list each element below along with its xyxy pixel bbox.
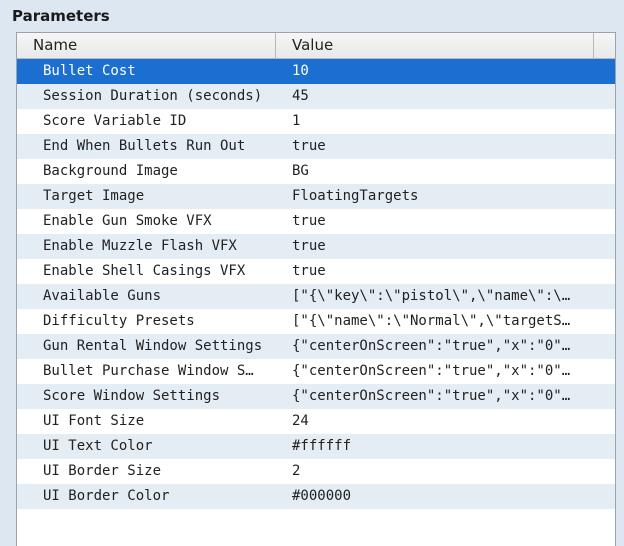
table-body: Bullet Cost 10 Session Duration (seconds)… (17, 59, 615, 509)
table-row[interactable]: Bullet Purchase Window S… {"centerOnScree… (17, 359, 615, 384)
panel-title: Parameters (12, 7, 110, 25)
row-name: Bullet Purchase Window S… (43, 363, 254, 379)
table-row[interactable]: UI Font Size 24 (17, 409, 615, 434)
row-name: UI Border Size (43, 463, 162, 479)
table-row[interactable]: Available Guns ["{\"key\":\"pistol\",\"na… (17, 284, 615, 309)
column-divider[interactable] (275, 33, 276, 58)
row-value: FloatingTargets (292, 188, 419, 204)
column-header-name[interactable]: Name (33, 33, 77, 58)
table-row[interactable]: End When Bullets Run Out true (17, 134, 615, 159)
row-value: 45 (292, 88, 309, 104)
row-name: Gun Rental Window Settings (43, 338, 263, 354)
row-value: {"centerOnScreen":"true","x":"0"… (292, 363, 571, 379)
row-value: {"centerOnScreen":"true","x":"0"… (292, 338, 571, 354)
row-name: Bullet Cost (43, 63, 136, 79)
row-name: Score Variable ID (43, 113, 187, 129)
table-row[interactable]: Difficulty Presets ["{\"name\":\"Normal\"… (17, 309, 615, 334)
table-row[interactable]: Score Variable ID 1 (17, 109, 615, 134)
table-header: Name Value (17, 33, 615, 59)
row-name: UI Border Color (43, 488, 170, 504)
row-value: true (292, 263, 326, 279)
row-value: true (292, 138, 326, 154)
row-name: Difficulty Presets (43, 313, 195, 329)
row-value: 1 (292, 113, 301, 129)
row-value: true (292, 238, 326, 254)
row-name: Enable Muzzle Flash VFX (43, 238, 237, 254)
row-name: UI Font Size (43, 413, 145, 429)
table-row[interactable]: Target Image FloatingTargets (17, 184, 615, 209)
table-row[interactable]: Gun Rental Window Settings {"centerOnScre… (17, 334, 615, 359)
table-row[interactable]: Background Image BG (17, 159, 615, 184)
row-value: 2 (292, 463, 301, 479)
column-divider[interactable] (593, 33, 594, 58)
table-row[interactable]: UI Border Size 2 (17, 459, 615, 484)
row-name: End When Bullets Run Out (43, 138, 246, 154)
row-value: #ffffff (292, 438, 352, 454)
row-value: 10 (292, 63, 309, 79)
row-value: ["{\"key\":\"pistol\",\"name\":\… (292, 288, 571, 304)
row-name: Enable Gun Smoke VFX (43, 213, 212, 229)
table-row[interactable]: Enable Gun Smoke VFX true (17, 209, 615, 234)
table-row[interactable]: Score Window Settings {"centerOnScreen":"… (17, 384, 615, 409)
row-value: ["{\"name\":\"Normal\",\"targetS… (292, 313, 571, 329)
table-row[interactable]: Session Duration (seconds) 45 (17, 84, 615, 109)
row-name: Available Guns (43, 288, 162, 304)
row-name: Target Image (43, 188, 145, 204)
row-value: true (292, 213, 326, 229)
row-name: Score Window Settings (43, 388, 221, 404)
table-row[interactable]: Enable Muzzle Flash VFX true (17, 234, 615, 259)
row-value: {"centerOnScreen":"true","x":"0"… (292, 388, 571, 404)
row-value: #000000 (292, 488, 352, 504)
row-name: Background Image (43, 163, 178, 179)
table-row[interactable]: UI Border Color #000000 (17, 484, 615, 509)
row-name: Session Duration (seconds) (43, 88, 263, 104)
row-name: Enable Shell Casings VFX (43, 263, 246, 279)
table-row[interactable]: UI Text Color #ffffff (17, 434, 615, 459)
table-row[interactable]: Enable Shell Casings VFX true (17, 259, 615, 284)
row-value: 24 (292, 413, 309, 429)
table-row[interactable]: Bullet Cost 10 (17, 59, 615, 84)
row-value: BG (292, 163, 309, 179)
row-name: UI Text Color (43, 438, 153, 454)
column-header-value[interactable]: Value (292, 33, 333, 58)
parameters-table: Name Value Bullet Cost 10 Session Duratio… (16, 32, 616, 546)
